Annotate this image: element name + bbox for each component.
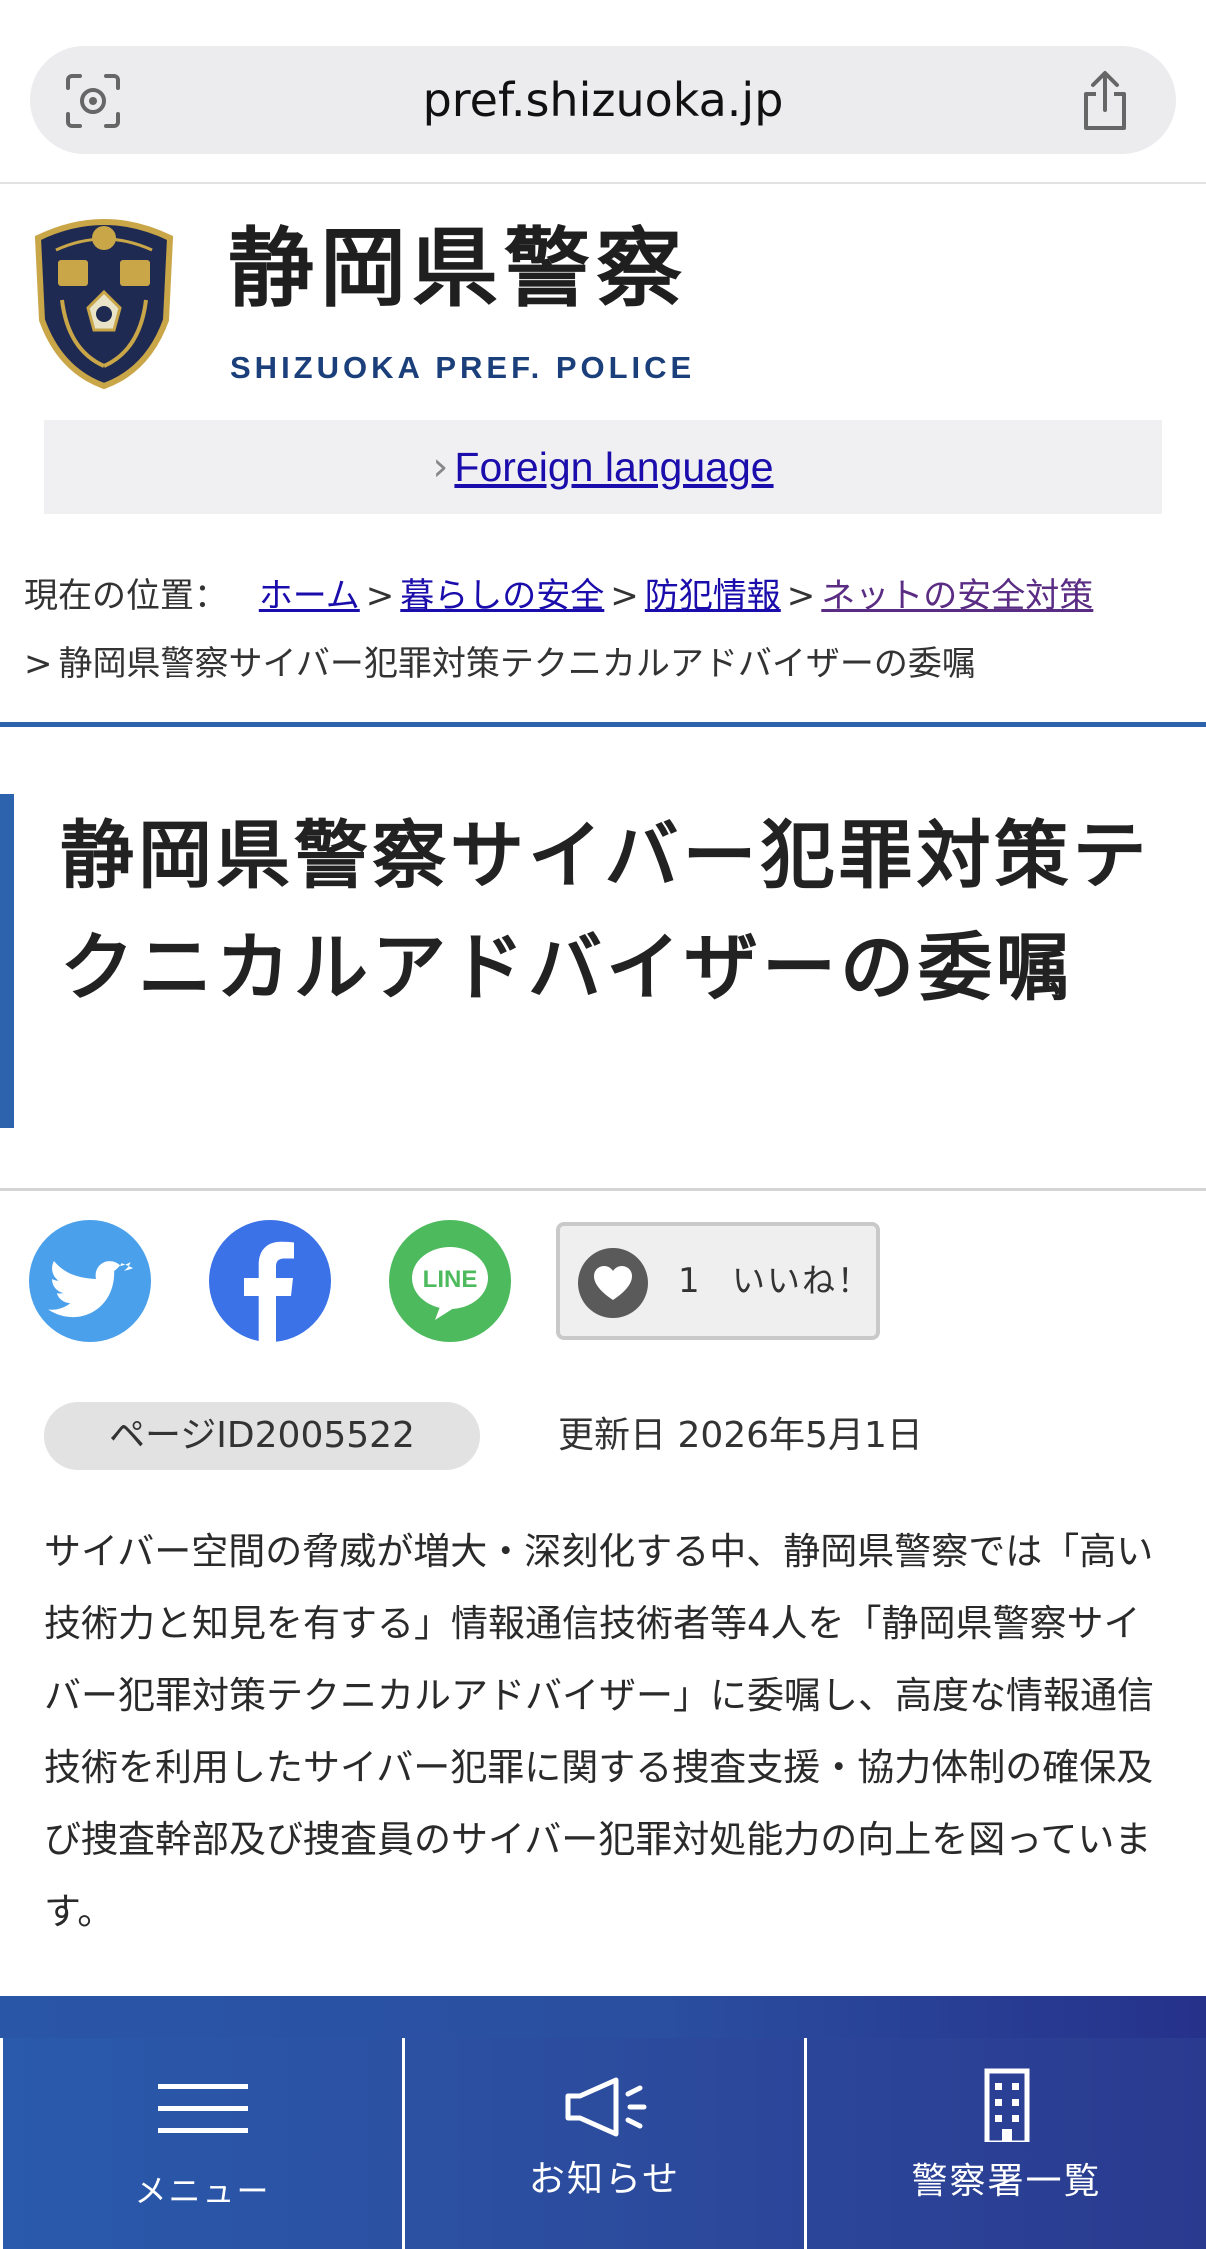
line-share-button[interactable]: LINE [389,1220,511,1342]
facebook-icon [244,1241,294,1342]
breadcrumb-net-safety[interactable]: ネットの安全対策 [821,576,1093,616]
url-text[interactable]: pref.shizuoka.jp [30,46,1176,154]
breadcrumb-safety[interactable]: 暮らしの安全 [400,576,604,616]
breadcrumb-sep: > [24,644,53,684]
like-count: 1 [678,1261,700,1301]
police-emblem-icon [34,219,174,390]
breadcrumb-prefix: 現在の位置： [24,576,228,616]
megaphone-icon [565,2077,646,2137]
line-icon: LINE [412,1247,488,1320]
nav-stations-button[interactable]: 警察署一覧 [804,2038,1206,2249]
site-name[interactable]: 静岡県警察 [228,226,688,312]
breadcrumb-sep: > [365,576,395,616]
foreign-language-bar: › Foreign language [44,420,1162,514]
nav-menu-button[interactable]: メニュー [0,2038,402,2249]
site-name-en: SHIZUOKA PREF. POLICE [230,350,696,385]
building-icon [984,2068,1029,2142]
body-paragraph: サイバー空間の脅威が増大・深刻化する中、静岡県警察では「高い技術力と知見を有する… [44,1530,1154,1933]
title-accent-bar [0,794,14,1128]
breadcrumb-sep: > [786,576,816,616]
breadcrumb: 現在の位置： ホーム > 暮らしの安全 > 防犯情報 > ネットの安全対策 > 静岡県警察サイ… [24,562,1192,698]
hamburger-menu-icon [157,2084,248,2133]
breadcrumb-current: 静岡県警察サイバー犯罪対策テクニカルアドバイザーの委嘱 [58,644,976,684]
facebook-share-button[interactable] [209,1220,331,1342]
like-button[interactable]: 1 いいね！ [556,1222,880,1340]
address-bar[interactable]: pref.shizuoka.jp [30,46,1176,154]
visual-lookup-icon[interactable] [64,72,122,130]
nav-menu-label: メニュー [134,2172,271,2210]
header-divider [0,722,1206,727]
nav-stations-label: 警察署一覧 [911,2161,1102,2202]
page-title: 静岡県警察サイバー犯罪対策テクニカルアドバイザーの委嘱 [60,813,1151,1011]
chevron-right-icon: › [432,444,449,490]
breadcrumb-sep: > [610,576,639,616]
line-icon-text: LINE [423,1266,478,1293]
foreign-language-link[interactable]: Foreign language [454,444,773,490]
updated-date: 更新日 2026年5月1日 [558,1415,923,1456]
twitter-icon [48,1261,134,1318]
page-id-badge: ページID2005522 [44,1402,480,1470]
breadcrumb-home[interactable]: ホーム [259,576,360,616]
heart-icon [578,1248,648,1318]
bottom-nav-band [0,1996,1206,2040]
breadcrumb-crime-prevention[interactable]: 防犯情報 [645,576,781,616]
nav-news-button[interactable]: お知らせ [402,2038,804,2249]
browser-toolbar: pref.shizuoka.jp [0,0,1206,184]
twitter-share-button[interactable] [29,1220,151,1342]
like-label: いいね！ [732,1261,872,1300]
share-icon[interactable] [1076,70,1134,132]
bottom-nav: メニュー お知らせ 警察署一覧 [0,2038,1206,2249]
title-divider [0,1188,1206,1191]
nav-news-label: お知らせ [528,2159,681,2200]
